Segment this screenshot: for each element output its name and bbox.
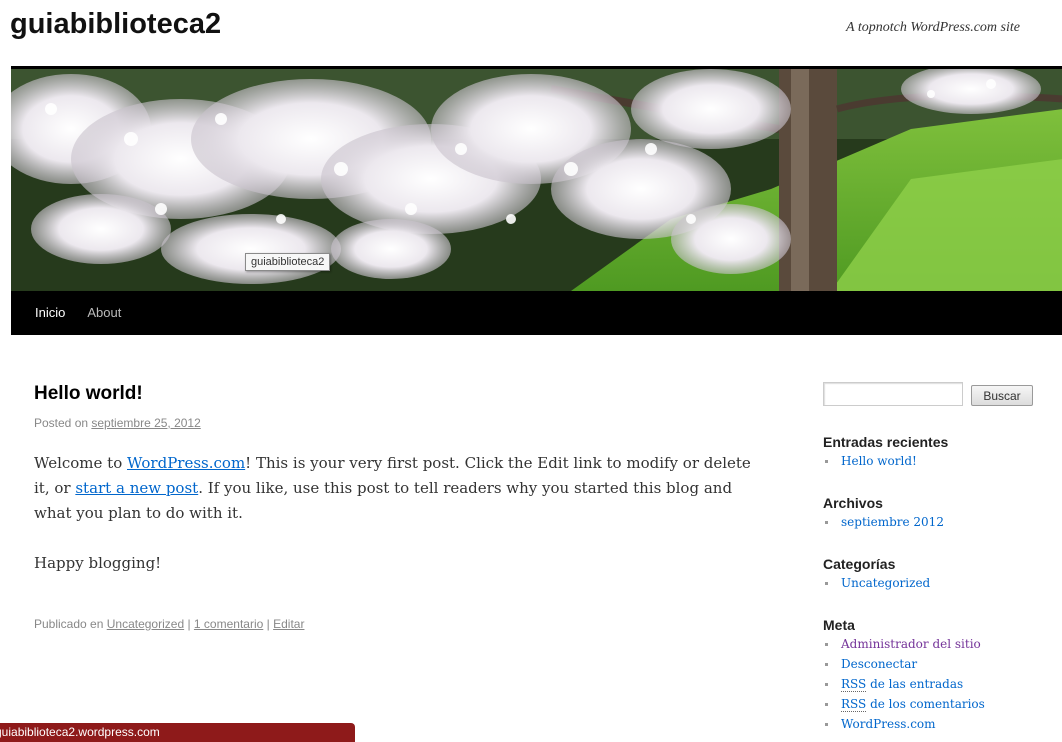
rss-label: de los comentarios [866, 697, 985, 711]
browser-status-bar: guiabiblioteca2.wordpress.com [0, 723, 355, 742]
list-item: Administrador del sitio [823, 634, 1053, 654]
start-new-post-link[interactable]: start a new post [75, 479, 198, 497]
widget-title: Categorías [823, 556, 896, 572]
search-button[interactable]: Buscar [971, 385, 1033, 406]
categories-widget: Categorías Uncategorized [823, 556, 1053, 593]
posted-on-label: Posted on [34, 416, 92, 430]
separator: | [263, 617, 274, 631]
widget-title: Archivos [823, 495, 883, 511]
widget-title: Meta [823, 617, 855, 633]
post-title[interactable]: Hello world! [34, 383, 143, 405]
archives-widget: Archivos septiembre 2012 [823, 495, 1053, 532]
wordpress-com-link[interactable]: WordPress.com [127, 454, 245, 472]
list-item: Uncategorized [823, 573, 1053, 593]
rss-abbr: RSS [841, 697, 867, 712]
image-tooltip: guiabiblioteca2 [245, 253, 331, 271]
rss-abbr: RSS [841, 677, 867, 692]
entries-rss-link[interactable]: RSS de las entradas [841, 677, 963, 692]
cherry-blossom-photo [11, 69, 1062, 291]
site-title[interactable]: guiabiblioteca2 [10, 8, 221, 41]
header-image[interactable]: guiabiblioteca2 [11, 66, 1062, 291]
comments-link[interactable]: 1 comentario [194, 617, 263, 631]
list-item: RSS de los comentarios [823, 694, 1053, 714]
nav-item-about[interactable]: About [76, 291, 132, 335]
list-item: Desconectar [823, 654, 1053, 674]
list-item: Hello world! [823, 451, 1053, 471]
nav-item-inicio[interactable]: Inicio [11, 291, 76, 335]
separator: | [184, 617, 194, 631]
post-meta: Posted on septiembre 25, 2012 [34, 416, 201, 430]
recent-post-link[interactable]: Hello world! [841, 454, 917, 468]
main-navigation: Inicio About [11, 291, 1062, 335]
meta-widget: Meta Administrador del sitio Desconectar… [823, 617, 1053, 734]
site-admin-link[interactable]: Administrador del sitio [841, 637, 981, 651]
rss-label: de las entradas [866, 677, 964, 691]
post-date-link[interactable]: septiembre 25, 2012 [91, 416, 200, 430]
site-description: A topnotch WordPress.com site [846, 20, 1020, 35]
published-in-label: Publicado en [34, 617, 107, 631]
wordpress-com-link[interactable]: WordPress.com [841, 717, 936, 731]
post-footer: Publicado en Uncategorized | 1 comentari… [34, 617, 304, 631]
category-link[interactable]: Uncategorized [107, 617, 184, 631]
search-input[interactable] [823, 382, 963, 406]
comments-rss-link[interactable]: RSS de los comentarios [841, 697, 985, 712]
widget-title: Entradas recientes [823, 434, 949, 450]
list-item: WordPress.com [823, 714, 1053, 734]
category-link[interactable]: Uncategorized [841, 576, 930, 590]
post-paragraph: Welcome to WordPress.com! This is your v… [34, 451, 754, 526]
list-item: RSS de las entradas [823, 674, 1053, 694]
edit-link[interactable]: Editar [273, 617, 304, 631]
list-item: septiembre 2012 [823, 512, 1053, 532]
post-paragraph: Happy blogging! [34, 554, 162, 572]
post-content: Welcome to WordPress.com! This is your v… [34, 451, 754, 601]
archive-link[interactable]: septiembre 2012 [841, 515, 944, 529]
recent-posts-widget: Entradas recientes Hello world! [823, 434, 1053, 471]
logout-link[interactable]: Desconectar [841, 657, 917, 671]
post-text: Welcome to [34, 454, 127, 472]
